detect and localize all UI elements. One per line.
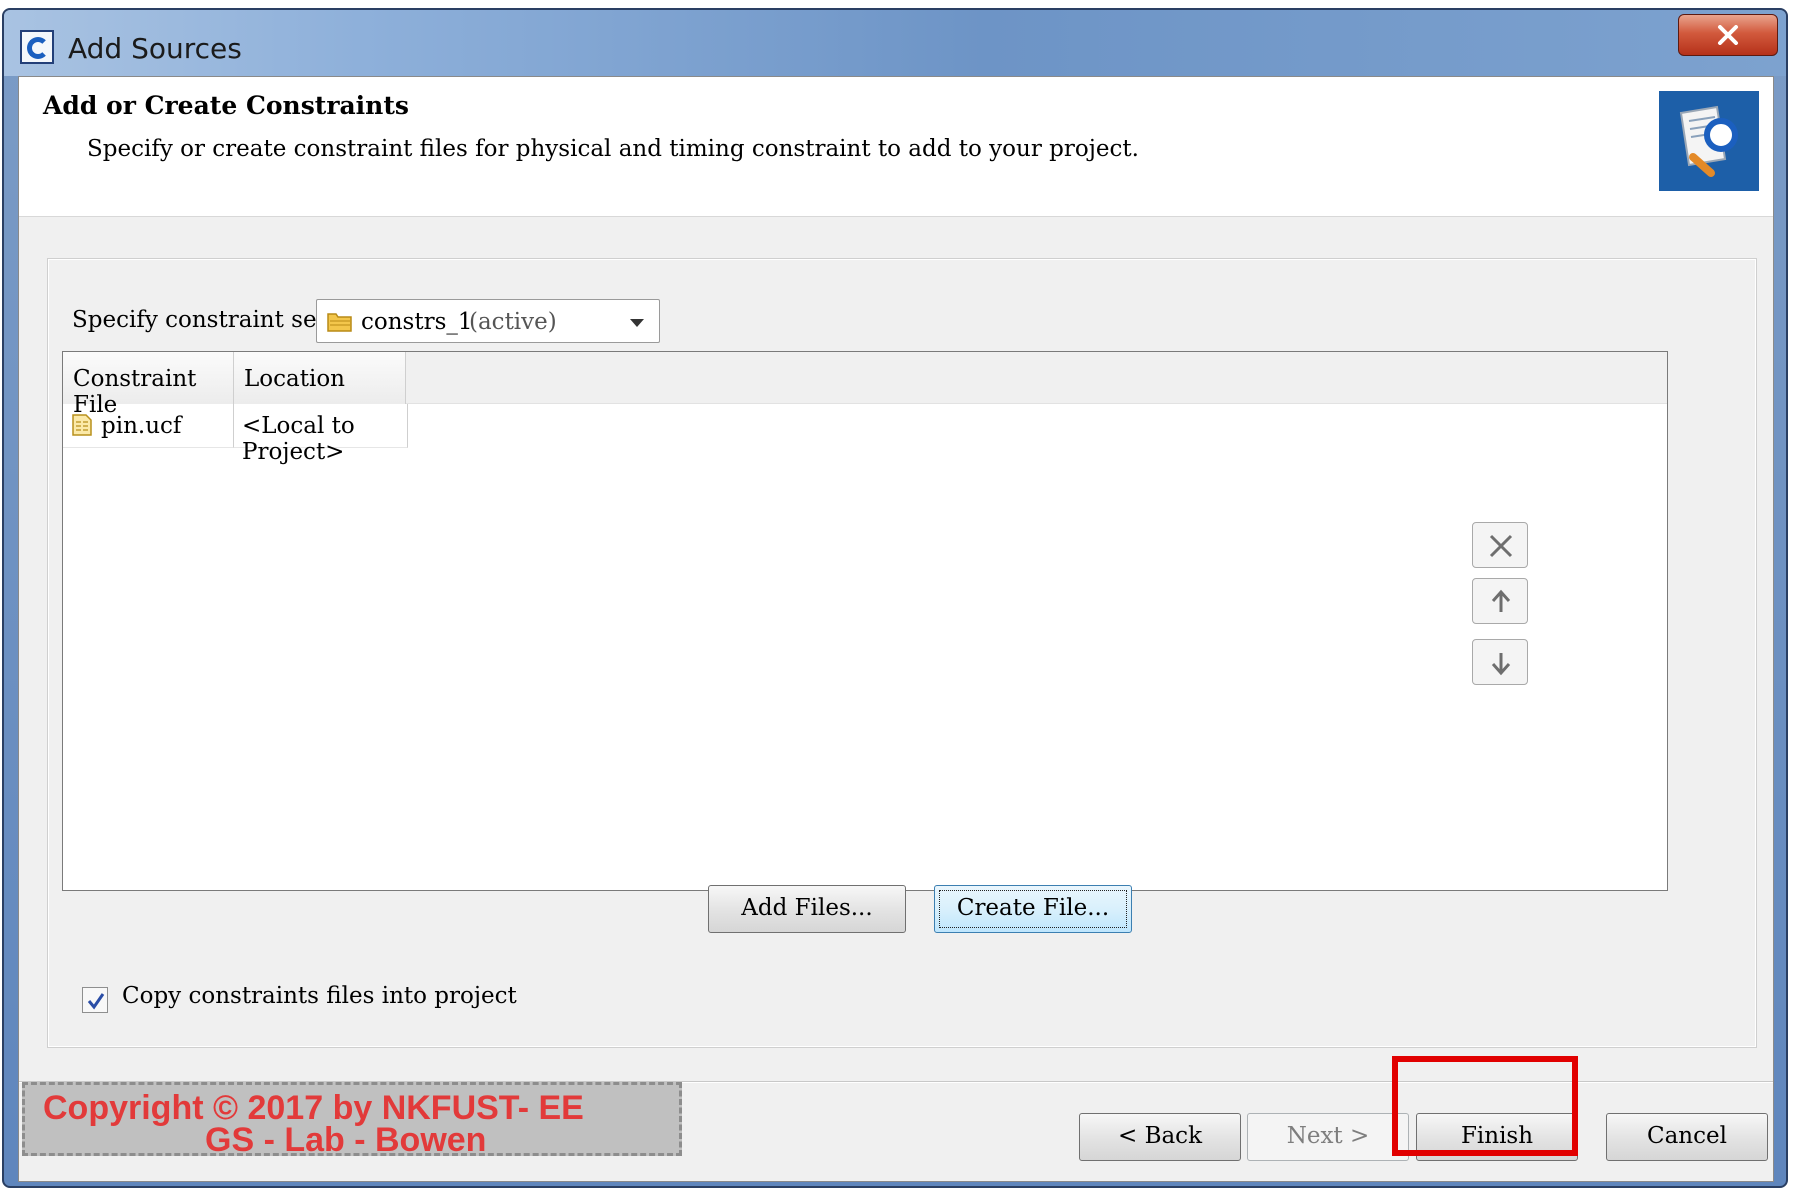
constraint-set-label: Specify constraint set: bbox=[72, 307, 334, 333]
ucf-file-icon bbox=[72, 414, 92, 436]
constraint-set-state: (active) bbox=[469, 309, 557, 335]
window-title: Add Sources bbox=[68, 32, 242, 65]
move-up-button[interactable] bbox=[1472, 578, 1528, 624]
copy-constraints-label[interactable]: Copy constraints files into project bbox=[122, 983, 517, 1009]
constraint-set-value: constrs_1 bbox=[361, 309, 473, 335]
move-down-icon bbox=[1491, 653, 1511, 676]
create-file-button[interactable]: Create File... bbox=[934, 885, 1132, 933]
move-up-icon bbox=[1491, 589, 1511, 612]
finish-highlight-box bbox=[1392, 1056, 1578, 1156]
page-title: Add or Create Constraints bbox=[43, 91, 409, 120]
constraint-file-cell[interactable]: pin.ucf bbox=[63, 404, 234, 448]
next-button[interactable]: Next > bbox=[1247, 1113, 1409, 1161]
constraint-file-name: pin.ucf bbox=[101, 413, 182, 439]
column-header-constraint-file[interactable]: Constraint File bbox=[63, 352, 234, 418]
close-icon bbox=[1718, 25, 1738, 45]
focus-ring bbox=[939, 890, 1127, 928]
move-down-button[interactable] bbox=[1472, 639, 1528, 685]
watermark-line-2: GS - Lab - Bowen bbox=[205, 1121, 487, 1159]
table-row[interactable]: pin.ucf <Local to Project> bbox=[63, 404, 460, 465]
remove-icon bbox=[1489, 534, 1513, 558]
chevron-down-icon bbox=[630, 319, 644, 327]
folder-icon bbox=[327, 313, 352, 332]
column-header-location[interactable]: Location bbox=[234, 352, 406, 404]
copy-constraints-checkbox[interactable] bbox=[82, 987, 108, 1013]
dialog-client-area: Add or Create Constraints Specify or cre… bbox=[18, 76, 1774, 1182]
title-bar[interactable]: Add Sources bbox=[4, 10, 1786, 76]
location-cell[interactable]: <Local to Project> bbox=[234, 404, 408, 465]
constraints-wizard-icon bbox=[1659, 91, 1759, 191]
constraint-file-table[interactable]: Constraint File Location pin.ucf <Local … bbox=[62, 351, 1668, 891]
checkmark-icon bbox=[87, 993, 105, 1010]
add-sources-window: Add Sources Add or Create Constraints Sp… bbox=[2, 8, 1788, 1188]
back-button[interactable]: < Back bbox=[1079, 1113, 1241, 1161]
constraints-panel: Specify constraint set: constrs_1 (activ… bbox=[47, 258, 1757, 1048]
add-files-button[interactable]: Add Files... bbox=[708, 885, 906, 933]
cancel-button[interactable]: Cancel bbox=[1606, 1113, 1768, 1161]
remove-file-button[interactable] bbox=[1472, 522, 1528, 568]
page-subtitle: Specify or create constraint files for p… bbox=[87, 136, 1139, 162]
wizard-header: Add or Create Constraints Specify or cre… bbox=[19, 77, 1773, 217]
close-button[interactable] bbox=[1678, 14, 1778, 56]
vivado-app-icon bbox=[20, 30, 54, 64]
copyright-watermark: Copyright © 2017 by NKFUST- EE GS - Lab … bbox=[22, 1082, 682, 1159]
table-header: Constraint File Location bbox=[63, 352, 1667, 418]
constraint-set-dropdown[interactable]: constrs_1 (active) bbox=[316, 299, 660, 343]
